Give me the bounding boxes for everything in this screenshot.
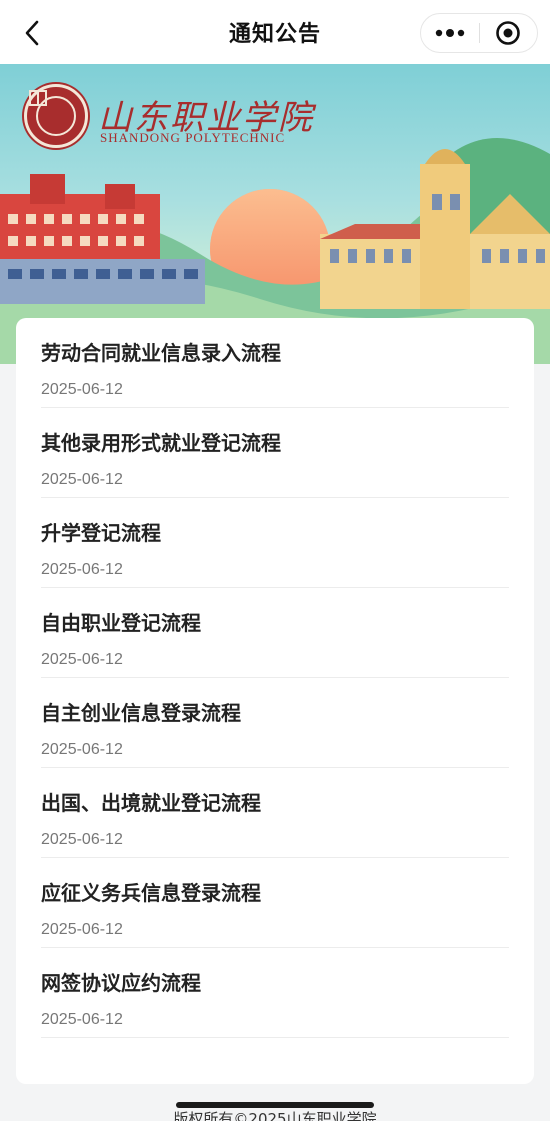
copyright-footer: 版权所有©2025山东职业学院 bbox=[173, 1110, 377, 1121]
school-seal-icon bbox=[24, 84, 88, 148]
more-button[interactable] bbox=[421, 14, 479, 52]
list-item[interactable]: 应征义务兵信息登录流程 2025-06-12 bbox=[41, 858, 509, 948]
notice-title: 劳动合同就业信息录入流程 bbox=[41, 341, 281, 365]
notice-title: 出国、出境就业登记流程 bbox=[41, 791, 261, 815]
close-mini-program-button[interactable] bbox=[480, 14, 538, 52]
list-item[interactable]: 出国、出境就业登记流程 2025-06-12 bbox=[41, 768, 509, 858]
list-item[interactable]: 自主创业信息登录流程 2025-06-12 bbox=[41, 678, 509, 768]
notice-date: 2025-06-12 bbox=[41, 741, 123, 758]
notice-title: 自由职业登记流程 bbox=[41, 611, 201, 635]
notice-title: 应征义务兵信息登录流程 bbox=[41, 881, 261, 905]
list-item[interactable]: 其他录用形式就业登记流程 2025-06-12 bbox=[41, 408, 509, 498]
list-item[interactable]: 升学登记流程 2025-06-12 bbox=[41, 498, 509, 588]
mini-program-capsule bbox=[420, 13, 538, 53]
notice-title: 网签协议应约流程 bbox=[41, 971, 201, 995]
notice-title: 升学登记流程 bbox=[41, 521, 161, 545]
chevron-left-icon bbox=[25, 20, 39, 46]
notice-date: 2025-06-12 bbox=[41, 1011, 123, 1028]
notice-date: 2025-06-12 bbox=[41, 831, 123, 848]
list-item[interactable]: 自由职业登记流程 2025-06-12 bbox=[41, 588, 509, 678]
more-dots-icon bbox=[435, 29, 464, 37]
notice-date: 2025-06-12 bbox=[41, 651, 123, 668]
navigation-bar: 通知公告 bbox=[0, 0, 550, 64]
target-close-icon bbox=[496, 21, 521, 45]
notice-date: 2025-06-12 bbox=[41, 561, 123, 578]
page-title: 通知公告 bbox=[228, 22, 321, 47]
home-indicator[interactable] bbox=[176, 1102, 374, 1108]
list-item[interactable]: 劳动合同就业信息录入流程 2025-06-12 bbox=[41, 318, 509, 408]
notice-date: 2025-06-12 bbox=[41, 381, 123, 398]
notice-date: 2025-06-12 bbox=[41, 921, 123, 938]
back-button[interactable] bbox=[18, 18, 46, 48]
notice-date: 2025-06-12 bbox=[41, 471, 123, 488]
notice-list: 劳动合同就业信息录入流程 2025-06-12 其他录用形式就业登记流程 202… bbox=[16, 318, 534, 1084]
notice-title: 其他录用形式就业登记流程 bbox=[41, 431, 281, 455]
school-name-en: SHANDONG POLYTECHNIC bbox=[100, 130, 286, 145]
notice-title: 自主创业信息登录流程 bbox=[41, 701, 241, 725]
list-item[interactable]: 网签协议应约流程 2025-06-12 bbox=[41, 948, 509, 1038]
